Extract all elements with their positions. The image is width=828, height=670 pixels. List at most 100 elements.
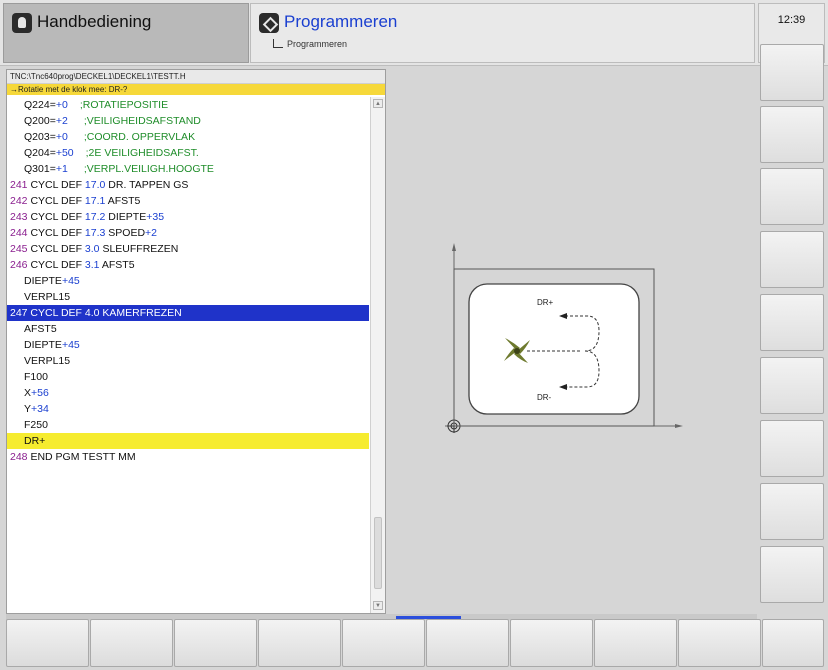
q-parameter-name: Q204: [24, 147, 50, 159]
vertical-softkey-2[interactable]: [760, 106, 824, 163]
softkey-5[interactable]: [342, 619, 425, 667]
program-line[interactable]: Q203=+0 ;COORD. OPPERVLAK: [7, 129, 369, 145]
cycle-value: +35: [146, 211, 165, 223]
block-keyword: CYCL DEF: [30, 259, 82, 271]
scroll-down-arrow-icon[interactable]: ▼: [373, 601, 383, 610]
help-graphic-panel: DR+ DR-: [387, 69, 757, 614]
q-parameter-comment: ;VERPL.VEILIGH.HOOGTE: [83, 163, 214, 175]
cycle-name: DR. TAPPEN GS: [108, 179, 189, 191]
program-lines: Q224=+0 ;ROTATIEPOSITIE Q200=+2 ;VEILIGHEID…: [7, 97, 369, 465]
program-line[interactable]: Q301=+1 ;VERPL.VEILIGH.HOOGTE: [7, 161, 369, 177]
block-keyword: CYCL DEF: [30, 227, 82, 239]
manual-mode-label: Handbediening: [37, 12, 152, 31]
q-parameter-comment: ;2E VEILIGHEIDSAFST.: [85, 147, 199, 159]
cycle-number: 3.1: [84, 259, 100, 271]
program-line[interactable]: 243 CYCL DEF 17.2 DIEPTE+35: [7, 209, 369, 225]
block-text: END PGM TESTT MM: [30, 451, 136, 463]
vertical-softkey-4[interactable]: [760, 231, 824, 288]
softkey-1[interactable]: [6, 619, 89, 667]
dr-minus-label: DR-: [537, 393, 552, 402]
q-parameter-comment: ;VEILIGHEIDSAFSTAND: [83, 115, 201, 127]
q-parameter-value: +0: [55, 131, 68, 143]
block-text: 247 CYCL DEF 4.0 KAMERFREZEN: [10, 307, 182, 319]
program-line[interactable]: Q204=+50 ;2E VEILIGHEIDSAFST.: [7, 145, 369, 161]
program-line-selected[interactable]: 247 CYCL DEF 4.0 KAMERFREZEN: [7, 305, 369, 321]
x-axis-arrow-icon: [675, 424, 683, 428]
programming-mode-label: Programmeren: [284, 12, 398, 31]
scroll-up-arrow-icon[interactable]: ▲: [373, 99, 383, 108]
block-text: VERPL15: [24, 291, 71, 303]
program-line-editing[interactable]: DR+: [7, 433, 369, 449]
program-line[interactable]: DIEPTE+45: [7, 337, 369, 353]
pocket-outline: [468, 283, 640, 415]
tnc-screen: Handbediening Programmeren Programmeren …: [0, 0, 828, 670]
program-line[interactable]: F250: [7, 417, 369, 433]
program-line[interactable]: 246 CYCL DEF 3.1 AFST5: [7, 257, 369, 273]
block-number: 248: [10, 451, 28, 463]
vertical-softkey-1[interactable]: [760, 44, 824, 101]
softkey-9[interactable]: [678, 619, 761, 667]
vertical-softkey-3[interactable]: [760, 168, 824, 225]
q-parameter-comment: ;ROTATIEPOSITIE: [79, 99, 169, 111]
block-number: 245: [10, 243, 28, 255]
manual-operation-icon: [12, 13, 32, 33]
file-tree-icon: [273, 39, 283, 48]
q-parameter-comment: ;COORD. OPPERVLAK: [83, 131, 196, 143]
q-parameter-value: +2: [55, 115, 68, 127]
program-line[interactable]: 244 CYCL DEF 17.3 SPOED+2: [7, 225, 369, 241]
softkey-3[interactable]: [174, 619, 257, 667]
q-parameter-value: +1: [55, 163, 68, 175]
softkey-6[interactable]: [426, 619, 509, 667]
softkey-2[interactable]: [90, 619, 173, 667]
program-line[interactable]: VERPL15: [7, 289, 369, 305]
block-number: 241: [10, 179, 28, 191]
dialog-prompt: →Rotatie met de klok mee: DR-?: [7, 84, 385, 95]
vertical-softkey-6[interactable]: [760, 357, 824, 414]
softkey-7[interactable]: [510, 619, 593, 667]
softkey-10[interactable]: [762, 619, 824, 667]
parameter-value: +34: [31, 403, 49, 415]
programming-submode-label: Programmeren: [287, 39, 348, 49]
parameter-value: +56: [31, 387, 49, 399]
manual-mode-tab[interactable]: Handbediening: [3, 3, 249, 63]
softkey-4[interactable]: [258, 619, 341, 667]
program-line[interactable]: VERPL15: [7, 353, 369, 369]
program-line[interactable]: Y+34: [7, 401, 369, 417]
programming-mode-tab[interactable]: Programmeren Programmeren: [250, 3, 755, 63]
cycle-name: AFST5: [101, 259, 135, 271]
program-line[interactable]: X+56: [7, 385, 369, 401]
scroll-thumb[interactable]: [374, 517, 382, 589]
block-text: F100: [24, 371, 48, 383]
program-line[interactable]: 248 END PGM TESTT MM: [7, 449, 369, 465]
program-line[interactable]: F100: [7, 369, 369, 385]
programming-submode: Programmeren: [273, 39, 347, 49]
program-line[interactable]: AFST5: [7, 321, 369, 337]
parameter-name: DIEPTE: [24, 275, 62, 287]
program-line[interactable]: Q200=+2 ;VEILIGHEIDSAFSTAND: [7, 113, 369, 129]
program-line[interactable]: 241 CYCL DEF 17.0 DR. TAPPEN GS: [7, 177, 369, 193]
q-parameter-name: Q301: [24, 163, 50, 175]
vertical-softkey-9[interactable]: [760, 546, 824, 603]
program-line[interactable]: Q224=+0 ;ROTATIEPOSITIE: [7, 97, 369, 113]
block-text: VERPL15: [24, 355, 71, 367]
block-keyword: CYCL DEF: [30, 243, 82, 255]
cycle-name: SLEUFFREZEN: [102, 243, 179, 255]
vertical-softkey-7[interactable]: [760, 420, 824, 477]
program-line[interactable]: DIEPTE+45: [7, 273, 369, 289]
program-editor[interactable]: TNC:\Tnc640prog\DECKEL1\DECKEL1\TESTT.H …: [6, 69, 386, 614]
parameter-value: +45: [61, 339, 80, 351]
parameter-name: DIEPTE: [24, 339, 62, 351]
cycle-name: DIEPTE: [108, 211, 147, 223]
header-bar: Handbediening Programmeren Programmeren …: [0, 0, 828, 66]
softkey-8[interactable]: [594, 619, 677, 667]
parameter-name: X: [24, 387, 32, 399]
q-parameter-value: +50: [55, 147, 74, 159]
parameter-value: +45: [61, 275, 80, 287]
program-line[interactable]: 245 CYCL DEF 3.0 SLEUFFREZEN: [7, 241, 369, 257]
q-parameter-name: Q224: [24, 99, 50, 111]
vertical-scrollbar[interactable]: ▲ ▼: [370, 97, 385, 613]
program-line[interactable]: 242 CYCL DEF 17.1 AFST5: [7, 193, 369, 209]
vertical-softkey-8[interactable]: [760, 483, 824, 540]
vertical-softkey-5[interactable]: [760, 294, 824, 351]
y-axis-arrow-icon: [452, 243, 456, 251]
